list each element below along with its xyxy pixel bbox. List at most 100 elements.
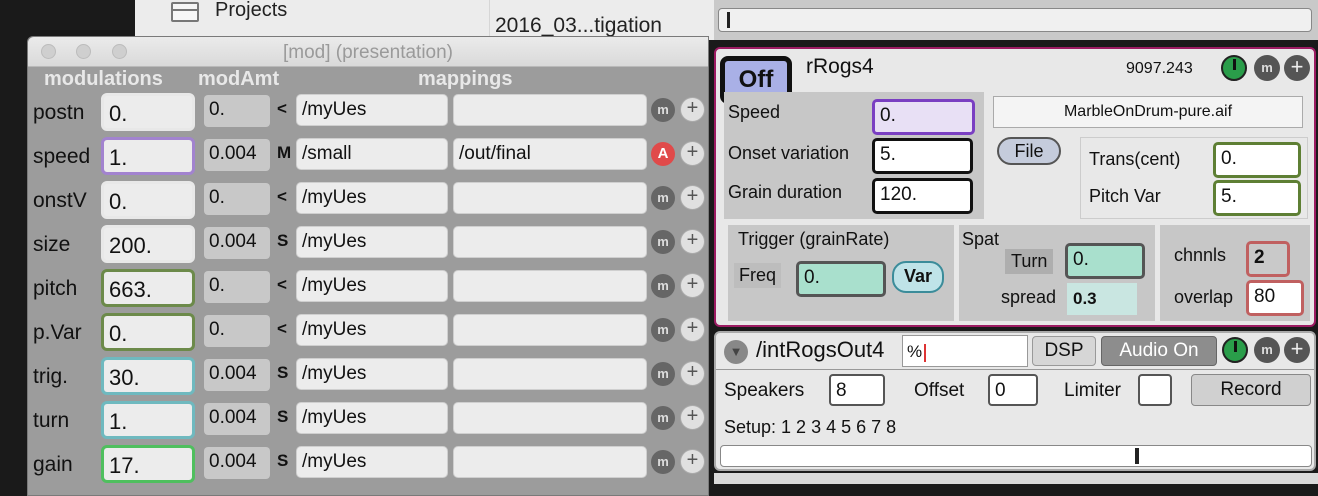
row-mapping-output[interactable]: /out/final: [453, 138, 647, 170]
row-mapping-path[interactable]: /myUes: [296, 402, 448, 434]
folder-icon: [171, 2, 199, 22]
row-mapping-output[interactable]: [453, 94, 647, 126]
row-mapping-path[interactable]: /myUes: [296, 270, 448, 302]
output-plus-button[interactable]: +: [1284, 337, 1310, 363]
row-value[interactable]: 1.: [101, 137, 195, 175]
row-mapping-path[interactable]: /myUes: [296, 182, 448, 214]
row-modamt[interactable]: 0.004: [204, 359, 270, 391]
row-value[interactable]: 200.: [101, 225, 195, 263]
row-mapping-path[interactable]: /myUes: [296, 358, 448, 390]
row-mapping-output[interactable]: [453, 226, 647, 258]
row-value[interactable]: 0.: [101, 313, 195, 351]
percent-field[interactable]: %: [902, 335, 1028, 367]
spat-label: Spat: [962, 229, 1000, 249]
row-plus-button[interactable]: +: [680, 273, 705, 298]
row-modamt[interactable]: 0.004: [204, 403, 270, 435]
row-label: onstV: [33, 189, 87, 212]
row-value[interactable]: 0.: [101, 181, 195, 219]
row-value[interactable]: 30.: [101, 357, 195, 395]
row-mode-button[interactable]: m: [651, 406, 675, 430]
row-mode-button[interactable]: A: [651, 142, 675, 166]
overlap-value[interactable]: 80: [1246, 280, 1304, 316]
modulation-row-8: gain 17. 0.004 S/myUes m +: [28, 443, 708, 487]
speakers-value[interactable]: 8: [829, 374, 885, 406]
grain-duration-value[interactable]: 120.: [872, 178, 973, 214]
row-plus-button[interactable]: +: [680, 97, 705, 122]
row-mapping-output[interactable]: [453, 314, 647, 346]
row-mapping-output[interactable]: [453, 358, 647, 390]
output-level-knob-icon[interactable]: [1222, 337, 1248, 363]
row-mode-button[interactable]: m: [651, 186, 675, 210]
row-label: pitch: [33, 277, 78, 300]
text-cursor: [924, 343, 927, 362]
row-modamt[interactable]: 0.: [204, 183, 270, 215]
row-mapping-path[interactable]: /small: [296, 138, 448, 170]
row-mode-button[interactable]: m: [651, 274, 675, 298]
pitch-var-value[interactable]: 5.: [1213, 180, 1301, 216]
var-button[interactable]: Var: [892, 261, 944, 293]
file-button[interactable]: File: [997, 137, 1061, 165]
output-slider[interactable]: [720, 445, 1312, 467]
row-mode-button[interactable]: m: [651, 230, 675, 254]
row-value[interactable]: 1.: [101, 401, 195, 439]
row-mode-mark: <: [277, 319, 287, 338]
row-mapping-output[interactable]: [453, 402, 647, 434]
row-value[interactable]: 0.: [101, 93, 195, 131]
row-modamt[interactable]: 0.: [204, 271, 270, 303]
row-mode-button[interactable]: m: [651, 450, 675, 474]
freq-value[interactable]: 0.: [796, 261, 886, 297]
mod-window-titlebar: [mod] (presentation): [28, 37, 708, 67]
row-value[interactable]: 663.: [101, 269, 195, 307]
plus-button[interactable]: +: [1284, 55, 1310, 81]
row-mapping-output[interactable]: [453, 270, 647, 302]
file-label[interactable]: 2016_03...tigation: [495, 14, 662, 38]
row-modamt[interactable]: 0.: [204, 315, 270, 347]
row-plus-button[interactable]: +: [680, 405, 705, 430]
grain-module: Off rRogs4 9097.243 m + Speed 0. Onset v…: [714, 47, 1316, 327]
row-mapping-path[interactable]: /myUes: [296, 314, 448, 346]
row-plus-button[interactable]: +: [680, 317, 705, 342]
top-slider[interactable]: [718, 8, 1312, 32]
dsp-button[interactable]: DSP: [1032, 336, 1096, 366]
row-mode-mark: <: [277, 99, 287, 118]
row-mapping-path[interactable]: /myUes: [296, 226, 448, 258]
header-modulations: modulations: [44, 68, 163, 90]
row-mode-button[interactable]: m: [651, 318, 675, 342]
row-plus-button[interactable]: +: [680, 141, 705, 166]
m-button[interactable]: m: [1254, 55, 1280, 81]
slider-handle[interactable]: [1135, 448, 1139, 464]
row-modamt[interactable]: 0.: [204, 95, 270, 127]
row-mapping-path[interactable]: /myUes: [296, 446, 448, 478]
modulation-row-4: pitch 663. 0. < /myUes m +: [28, 267, 708, 311]
modulation-row-7: turn 1. 0.004 S/myUes m +: [28, 399, 708, 443]
row-modamt[interactable]: 0.004: [204, 447, 270, 479]
row-plus-button[interactable]: +: [680, 229, 705, 254]
output-m-button[interactable]: m: [1254, 337, 1280, 363]
speed-value[interactable]: 0.: [872, 99, 975, 135]
row-plus-button[interactable]: +: [680, 449, 705, 474]
onset-variation-value[interactable]: 5.: [872, 138, 973, 174]
trans-cent-value[interactable]: 0.: [1213, 142, 1301, 178]
audio-on-button[interactable]: Audio On: [1101, 336, 1217, 366]
chevron-down-icon[interactable]: ▼: [724, 340, 748, 364]
row-modamt[interactable]: 0.004: [204, 139, 270, 171]
row-mode-button[interactable]: m: [651, 98, 675, 122]
row-mapping-path[interactable]: /myUes: [296, 94, 448, 126]
level-knob-icon[interactable]: [1221, 55, 1247, 81]
chnnls-value[interactable]: 2: [1246, 241, 1290, 277]
row-modamt[interactable]: 0.004: [204, 227, 270, 259]
offset-value[interactable]: 0: [988, 374, 1038, 406]
turn-value[interactable]: 0.: [1065, 243, 1145, 279]
record-button[interactable]: Record: [1191, 374, 1311, 406]
modulation-row-5: p.Var 0. 0. < /myUes m +: [28, 311, 708, 355]
row-mode-button[interactable]: m: [651, 362, 675, 386]
limiter-checkbox[interactable]: [1138, 374, 1172, 406]
row-mapping-output[interactable]: [453, 182, 647, 214]
row-plus-button[interactable]: +: [680, 361, 705, 386]
row-plus-button[interactable]: +: [680, 185, 705, 210]
projects-label[interactable]: Projects: [215, 0, 287, 22]
freq-label: Freq: [734, 263, 782, 288]
row-mapping-output[interactable]: [453, 446, 647, 478]
spread-value[interactable]: 0.3: [1067, 283, 1137, 315]
row-value[interactable]: 17.: [101, 445, 195, 483]
